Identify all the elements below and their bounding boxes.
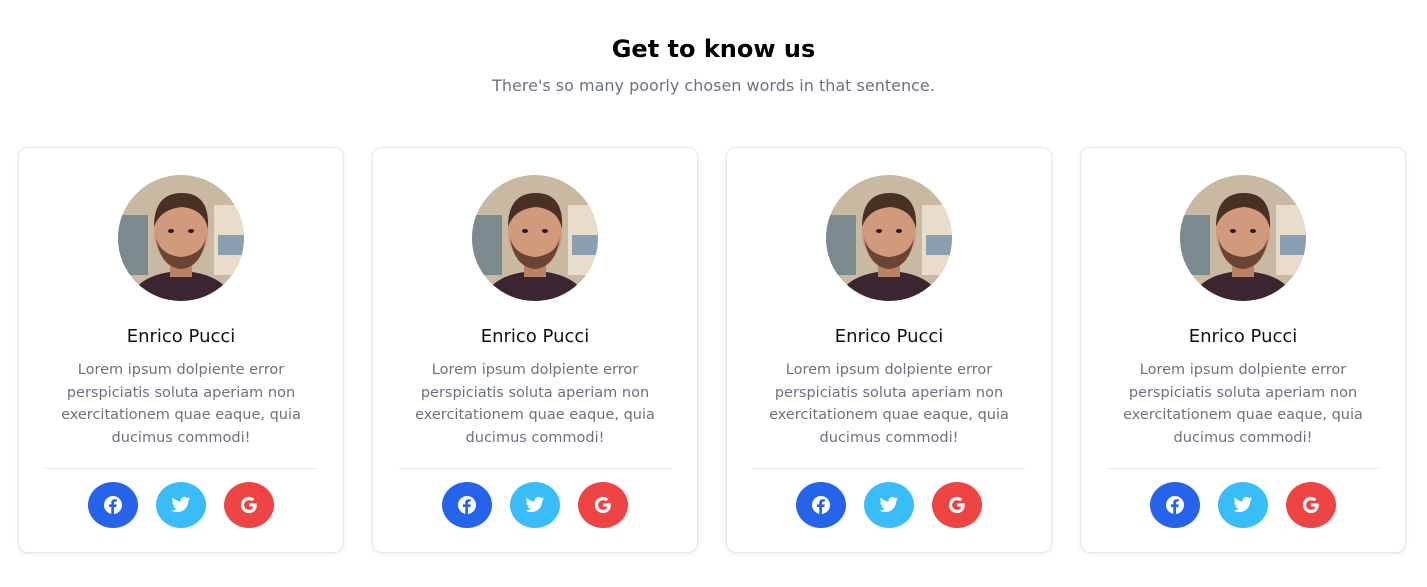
divider [45, 468, 317, 469]
google-button[interactable] [932, 482, 982, 528]
twitter-icon [525, 496, 545, 513]
twitter-button[interactable] [156, 482, 206, 528]
avatar [826, 175, 952, 301]
divider [399, 468, 671, 469]
section-header: Get to know us There's so many poorly ch… [0, 0, 1427, 97]
page-title: Get to know us [611, 35, 816, 63]
member-bio: Lorem ipsum dolpiente error perspiciatis… [769, 362, 1009, 446]
team-member-card: Enrico Pucci Lorem ipsum dolpiente error… [372, 147, 698, 553]
member-name: Enrico Pucci [126, 326, 236, 347]
google-button[interactable] [1286, 482, 1336, 528]
member-name: Enrico Pucci [480, 326, 590, 347]
social-links [373, 482, 697, 528]
team-member-card: Enrico Pucci Lorem ipsum dolpiente error… [18, 147, 344, 553]
google-button[interactable] [578, 482, 628, 528]
member-bio: Lorem ipsum dolpiente error perspiciatis… [61, 362, 301, 446]
google-icon [1302, 496, 1319, 514]
facebook-icon [104, 496, 122, 514]
facebook-button[interactable] [88, 482, 138, 528]
member-bio: Lorem ipsum dolpiente error perspiciatis… [1123, 362, 1363, 446]
member-bio: Lorem ipsum dolpiente error perspiciatis… [415, 362, 655, 446]
facebook-icon [458, 496, 476, 514]
team-cards: Enrico Pucci Lorem ipsum dolpiente error… [18, 147, 1406, 553]
team-member-card: Enrico Pucci Lorem ipsum dolpiente error… [726, 147, 1052, 553]
social-links [727, 482, 1051, 528]
google-icon [594, 496, 611, 514]
divider [753, 468, 1025, 469]
facebook-icon [1166, 496, 1184, 514]
twitter-icon [1233, 496, 1253, 513]
google-button[interactable] [224, 482, 274, 528]
divider [1107, 468, 1379, 469]
facebook-button[interactable] [796, 482, 846, 528]
twitter-button[interactable] [864, 482, 914, 528]
member-name: Enrico Pucci [834, 326, 944, 347]
avatar [1180, 175, 1306, 301]
facebook-button[interactable] [442, 482, 492, 528]
twitter-button[interactable] [510, 482, 560, 528]
facebook-button[interactable] [1150, 482, 1200, 528]
page-subtitle: There's so many poorly chosen words in t… [492, 76, 935, 95]
google-icon [240, 496, 257, 514]
avatar [472, 175, 598, 301]
avatar [118, 175, 244, 301]
member-name: Enrico Pucci [1188, 326, 1298, 347]
social-links [1081, 482, 1405, 528]
social-links [19, 482, 343, 528]
twitter-button[interactable] [1218, 482, 1268, 528]
facebook-icon [812, 496, 830, 514]
twitter-icon [879, 496, 899, 513]
twitter-icon [171, 496, 191, 513]
team-member-card: Enrico Pucci Lorem ipsum dolpiente error… [1080, 147, 1406, 553]
google-icon [948, 496, 965, 514]
